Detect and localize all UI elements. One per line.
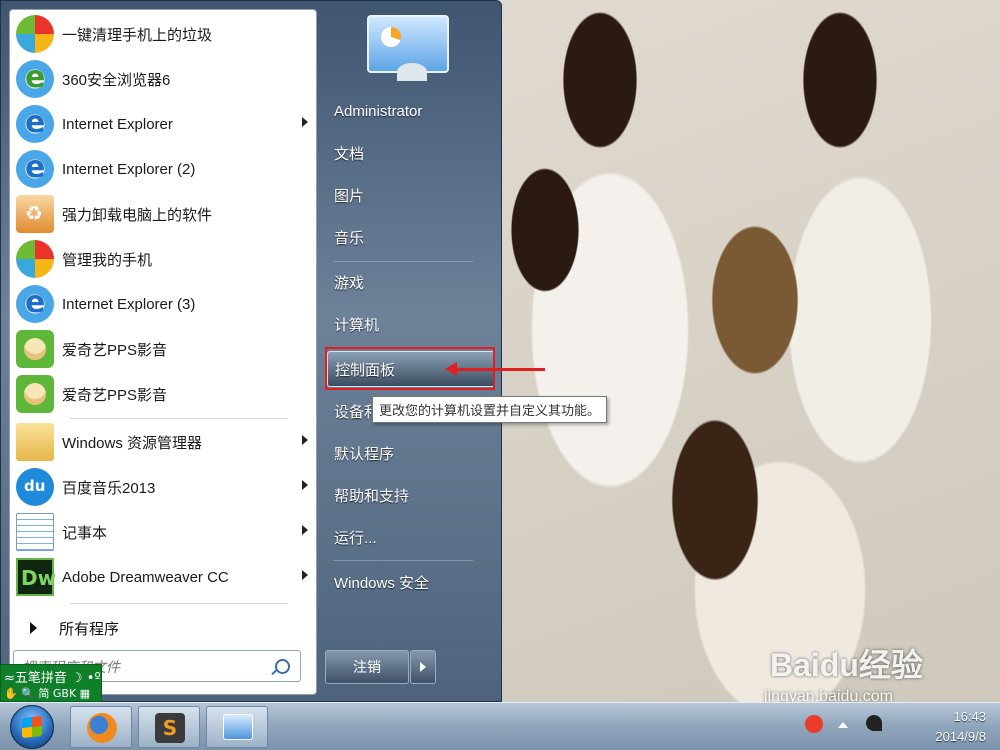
right-item-windows-security[interactable]: Windows 安全 (327, 564, 495, 600)
uninstaller-icon (16, 195, 54, 233)
clock-time: 16:43 (953, 709, 986, 724)
triangle-right-icon (30, 622, 37, 634)
right-item-pictures[interactable]: 图片 (327, 177, 495, 213)
program-item[interactable]: Internet Explorer (2) (14, 147, 314, 191)
phone-manager-icon (16, 240, 54, 278)
divider (70, 603, 288, 604)
ime-options[interactable]: ✋ 🔍 简 GBK ▦ (4, 685, 90, 701)
submenu-arrow-icon[interactable] (302, 570, 308, 580)
firefox-icon (87, 713, 117, 743)
right-item-games[interactable]: 游戏 (327, 264, 495, 300)
start-menu-program-list: 一键清理手机上的垃圾 360安全浏览器6 Internet Explorer I… (9, 9, 317, 695)
internet-explorer-icon (16, 105, 54, 143)
submenu-arrow-icon[interactable] (302, 480, 308, 490)
right-item-default-programs[interactable]: 默认程序 (327, 435, 495, 471)
right-item-music[interactable]: 音乐 (327, 219, 495, 255)
program-item[interactable]: 百度音乐2013 (14, 465, 314, 509)
360-browser-icon (16, 60, 54, 98)
program-item[interactable]: 爱奇艺PPS影音 (14, 372, 314, 416)
program-item[interactable]: 管理我的手机 (14, 237, 314, 281)
ime-mode-label[interactable]: ≈五笔拼音 ☽ •º (4, 667, 101, 686)
program-item[interactable]: 强力卸载电脑上的软件 (14, 192, 314, 236)
divider (333, 560, 473, 561)
taskbar-firefox[interactable] (70, 706, 132, 748)
right-item-administrator[interactable]: Administrator (327, 93, 495, 129)
submenu-arrow-icon[interactable] (302, 525, 308, 535)
right-item-computer[interactable]: 计算机 (327, 306, 495, 342)
search-icon[interactable] (275, 659, 290, 674)
right-item-documents[interactable]: 文档 (327, 135, 495, 171)
logoff-button[interactable]: 注销 (325, 650, 409, 684)
right-item-help-support[interactable]: 帮助和支持 (327, 477, 495, 513)
watermark-brand: Baidu经验 (770, 647, 923, 683)
program-item[interactable]: Adobe Dreamweaver CC (14, 555, 314, 599)
program-item[interactable]: Internet Explorer (3) (14, 282, 314, 326)
baidu-watermark: Baidu经验 jingyan.baidu.com (764, 640, 923, 705)
user-picture[interactable] (367, 15, 449, 81)
pps-player-icon (16, 375, 54, 413)
show-hidden-icons-icon[interactable] (838, 722, 848, 728)
shutdown-options-arrow-icon[interactable] (410, 650, 436, 684)
internet-explorer-icon (16, 150, 54, 188)
right-item-run[interactable]: 运行... (327, 519, 495, 555)
sublime-text-icon: S (155, 713, 185, 743)
program-item[interactable]: 一键清理手机上的垃圾 (14, 12, 314, 56)
clock-date: 2014/9/8 (935, 729, 986, 744)
control-panel-tooltip: 更改您的计算机设置并自定义其功能。 (372, 396, 608, 423)
submenu-arrow-icon[interactable] (302, 117, 308, 127)
taskbar-control-panel[interactable] (206, 706, 268, 748)
program-item[interactable]: Internet Explorer (14, 102, 314, 146)
submenu-arrow-icon[interactable] (302, 435, 308, 445)
program-item[interactable]: 360安全浏览器6 (14, 57, 314, 101)
all-programs-button[interactable]: 所有程序 (14, 614, 314, 642)
program-item[interactable]: Windows 资源管理器 (14, 420, 314, 464)
windows-start-icon[interactable] (10, 705, 54, 749)
dreamweaver-icon (16, 558, 56, 596)
pps-player-icon (16, 330, 54, 368)
divider (70, 418, 288, 419)
notepad-icon (16, 513, 54, 551)
ime-toolbar[interactable]: ≈五笔拼音 ☽ •º ✋ 🔍 简 GBK ▦ (0, 664, 102, 702)
taskbar: S 16:43 2014/9/8 (0, 702, 1000, 750)
taskbar-sublime[interactable]: S (138, 706, 200, 748)
action-center-icon[interactable] (866, 715, 882, 731)
program-item[interactable]: 记事本 (14, 510, 314, 554)
system-clock[interactable]: 16:43 2014/9/8 (935, 707, 986, 747)
tray-app-icon[interactable] (805, 715, 823, 733)
internet-explorer-icon (16, 285, 54, 323)
program-item[interactable]: 爱奇艺PPS影音 (14, 327, 314, 371)
baidu-music-icon (16, 468, 54, 506)
folder-explorer-icon (16, 423, 54, 461)
divider (333, 261, 473, 262)
phone-cleaner-icon (16, 15, 54, 53)
control-panel-icon (223, 714, 253, 740)
annotation-arrow-icon (445, 362, 545, 376)
